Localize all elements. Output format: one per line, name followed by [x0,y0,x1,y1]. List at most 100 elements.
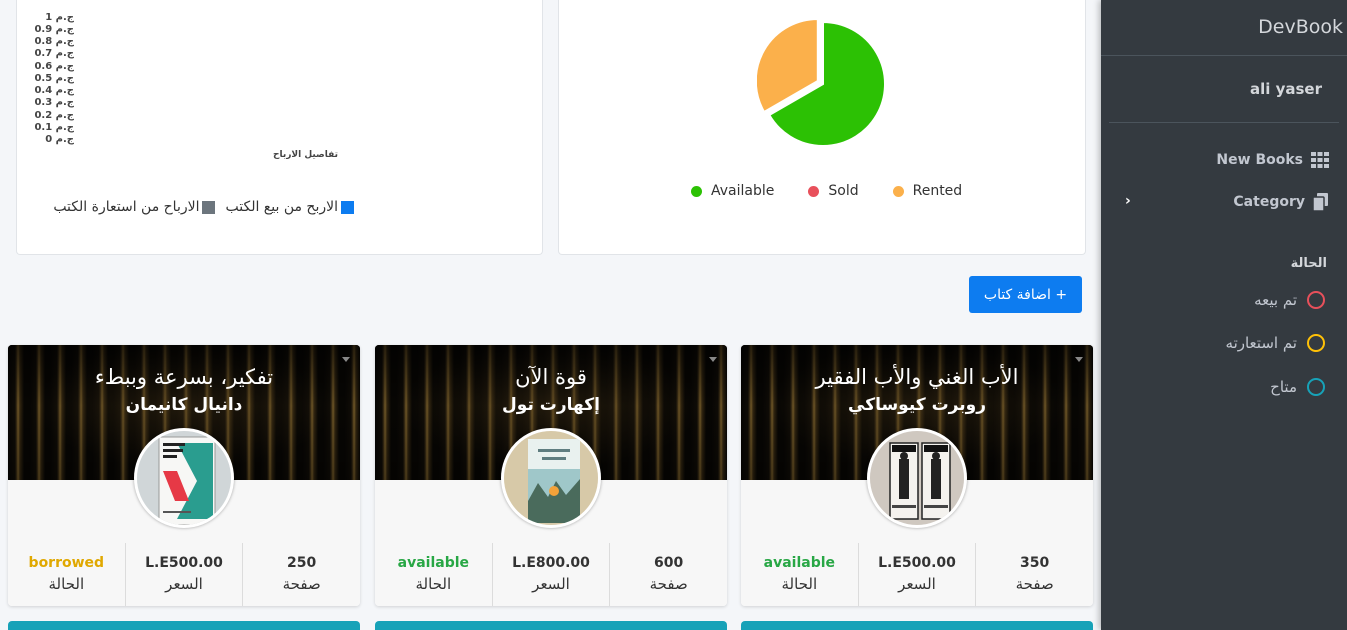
legend-label: Rented [912,183,963,199]
price-value: L.E500.00 [145,555,223,571]
stat-status: available الحالة [375,543,492,606]
y-tick: 0.3 ج.م [34,97,74,108]
status-item-available[interactable]: متاح [1270,378,1325,396]
status-section-header: الحالة [1290,256,1327,271]
caret-down-icon[interactable] [1075,357,1083,362]
status-pie-chart [757,18,886,147]
sidebar-item-category[interactable]: Category [1233,190,1329,214]
book-author: إكهارت تول [502,395,600,415]
book-card[interactable]: قوة الآن إكهارت تول 600 صفحة L.E800.00 ا… [375,345,727,606]
book-card-next-row [741,621,1093,630]
price-value: L.E500.00 [878,555,956,571]
y-tick: 1 ج.م [45,12,74,23]
circle-icon [1307,378,1325,396]
sidebar-item-label: New Books [1216,152,1303,168]
bar-chart-plot [17,0,544,160]
book-status-pie-card: Available Sold Rented [558,0,1086,255]
profit-bar-chart-card: 1 ج.م 0.9 ج.م 0.8 ج.م 0.7 ج.م 0.6 ج.م 0.… [16,0,543,255]
book-cover-avatar [501,428,601,528]
book-stats: 350 صفحة L.E500.00 السعر available الحال… [741,543,1093,606]
status-label: الحالة [781,575,818,593]
caret-down-icon[interactable] [342,357,350,362]
status-value: available [763,555,836,571]
sidebar-item-label: Category [1233,194,1305,210]
pages-label: صفحة [1015,575,1054,593]
divider [1109,122,1339,123]
pages-label: صفحة [649,575,688,593]
status-item-label: تم استعارته [1225,334,1297,352]
copy-icon [1313,193,1328,211]
y-tick: 0.6 ج.م [34,61,74,72]
status-value: available [397,555,470,571]
pages-value: 350 [1020,555,1050,571]
price-label: السعر [898,575,936,593]
legend-item-sales[interactable]: الاربح من بيع الكتب [225,199,354,215]
stat-pages: 350 صفحة [975,543,1093,606]
x-axis-label: تفاصيل الارباح [273,150,338,160]
stat-price: L.E800.00 السعر [491,543,610,606]
status-label: الحالة [415,575,452,593]
y-tick: 0.2 ج.م [34,110,74,121]
stat-status: available الحالة [741,543,858,606]
y-tick: 0.9 ج.م [34,24,74,35]
pages-value: 600 [654,555,684,571]
sidebar-item-new-books[interactable]: New Books [1216,148,1329,172]
pie-legend-available[interactable]: Available [691,183,774,199]
status-item-label: تم بيعه [1254,291,1297,309]
book-title: الأب الغني والأب الفقير [815,365,1019,389]
legend-dot-orange [892,185,904,197]
y-tick: 0.5 ج.م [34,73,74,84]
stat-price: L.E500.00 السعر [124,543,243,606]
stat-pages: 250 صفحة [242,543,360,606]
legend-label: Sold [828,183,859,199]
book-card-next-row [8,621,360,630]
pie-legend-rented[interactable]: Rented [892,183,963,199]
book-cover-avatar [867,428,967,528]
book-title: قوة الآن [515,365,587,389]
status-item-sold[interactable]: تم بيعه [1254,291,1325,309]
y-tick: 0.8 ج.م [34,36,74,47]
grid-icon [1311,152,1329,168]
price-label: السعر [532,575,570,593]
chevron-left-icon[interactable]: ‹ [1125,193,1131,209]
y-tick: 0.4 ج.م [34,85,74,96]
y-tick: 0.7 ج.م [34,48,74,59]
legend-label: الاربح من بيع الكتب [225,199,338,215]
user-name[interactable]: ali yaser [1250,80,1322,98]
add-book-button[interactable]: + اضافة كتاب [969,276,1082,313]
caret-down-icon[interactable] [709,357,717,362]
legend-swatch-gray [202,200,216,214]
pages-label: صفحة [282,575,321,593]
stat-price: L.E500.00 السعر [857,543,976,606]
pie-legend: Available Sold Rented [691,183,962,199]
book-card-next-row [375,621,727,630]
book-stats: 250 صفحة L.E500.00 السعر borrowed الحالة [8,543,360,606]
book-author: دانيال كانيمان [125,395,243,415]
status-item-label: متاح [1270,378,1297,396]
status-label: الحالة [48,575,85,593]
pages-value: 250 [287,555,317,571]
legend-dot-green [691,185,702,197]
legend-dot-red [808,185,820,197]
book-title: تفكير، بسرعة وببطء [94,365,274,389]
legend-label: الارباح من استعارة الكتب [53,199,200,215]
stat-status: borrowed الحالة [8,543,125,606]
price-value: L.E800.00 [512,555,590,571]
book-card[interactable]: الأب الغني والأب الفقير روبرت كيوساكي 35… [741,345,1093,606]
legend-label: Available [711,183,775,199]
circle-icon [1307,291,1325,309]
y-tick: 0 ج.م [45,134,74,145]
circle-icon [1307,334,1325,352]
bar-chart-legend: الاربح من بيع الكتب الارباح من استعارة ا… [53,199,354,215]
legend-swatch-blue [341,200,354,214]
brand-logo[interactable]: DevBook [1258,16,1343,38]
status-item-rented[interactable]: تم استعارته [1226,334,1325,352]
divider [1101,55,1347,56]
legend-item-rentals[interactable]: الارباح من استعارة الكتب [53,199,216,215]
price-label: السعر [165,575,203,593]
book-author: روبرت كيوساكي [848,395,986,415]
book-card[interactable]: تفكير، بسرعة وببطء دانيال كانيمان 250 صف… [8,345,360,606]
y-tick: 0.1 ج.م [34,122,74,133]
pie-legend-sold[interactable]: Sold [808,183,859,199]
stat-pages: 600 صفحة [609,543,727,606]
